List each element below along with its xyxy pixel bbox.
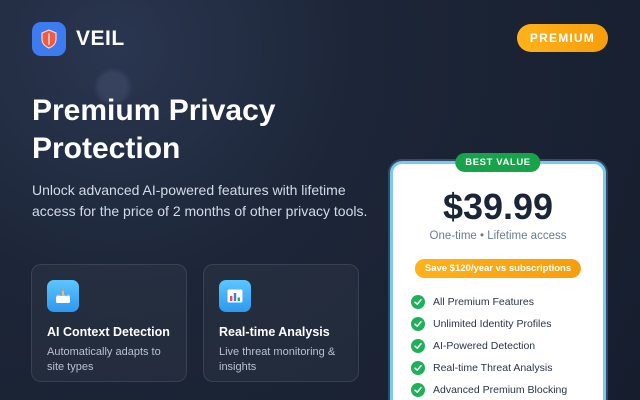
best-value-badge: BEST VALUE — [455, 153, 541, 172]
list-item: Real-time Threat Analysis — [411, 357, 567, 379]
check-icon — [411, 317, 425, 331]
pricing-card[interactable]: BEST VALUE $39.99 One-time • Lifetime ac… — [390, 153, 606, 400]
price-note: One-time • Lifetime access — [429, 230, 567, 242]
brand: VEIL — [32, 22, 125, 56]
pricing-feature-label: AI-Powered Detection — [433, 340, 536, 352]
feature-description: Automatically adapts to site types — [47, 346, 161, 373]
cake-icon — [47, 280, 79, 312]
pricing-feature-label: Real-time Threat Analysis — [433, 362, 553, 374]
feature-description: Live threat monitoring & insights — [219, 346, 336, 373]
page-subtitle: Unlock advanced AI-powered features with… — [32, 182, 368, 219]
savings-badge: Save $120/year vs subscriptions — [414, 259, 582, 278]
list-item: All Premium Features — [411, 291, 567, 313]
pricing-feature-list: All Premium Features Unlimited Identity … — [411, 291, 567, 400]
feature-card-realtime-analysis: Real-time Analysis Live threat monitorin… — [203, 264, 359, 382]
list-item: Advanced Premium Blocking — [411, 379, 567, 400]
check-icon — [411, 361, 425, 375]
premium-upgrade-page: VEIL PREMIUM Premium Privacy Protection … — [0, 0, 640, 400]
list-item: AI-Powered Detection — [411, 335, 567, 357]
shield-logo-icon — [32, 22, 66, 56]
pricing-feature-label: All Premium Features — [433, 296, 534, 308]
check-icon — [411, 295, 425, 309]
brand-name: VEIL — [76, 27, 125, 50]
pricing-feature-label: Unlimited Identity Profiles — [433, 318, 552, 330]
feature-title: AI Context Detection — [47, 325, 170, 339]
list-item: Unlimited Identity Profiles — [411, 313, 567, 335]
page-title: Premium Privacy Protection — [32, 94, 276, 165]
feature-title: Real-time Analysis — [219, 325, 330, 339]
feature-card-ai-context: AI Context Detection Automatically adapt… — [31, 264, 187, 382]
pricing-feature-label: Advanced Premium Blocking — [433, 384, 568, 396]
bar-chart-icon — [219, 280, 251, 312]
premium-badge: PREMIUM — [516, 24, 608, 52]
price: $39.99 — [442, 186, 554, 227]
check-icon — [411, 339, 425, 353]
check-icon — [411, 383, 425, 397]
